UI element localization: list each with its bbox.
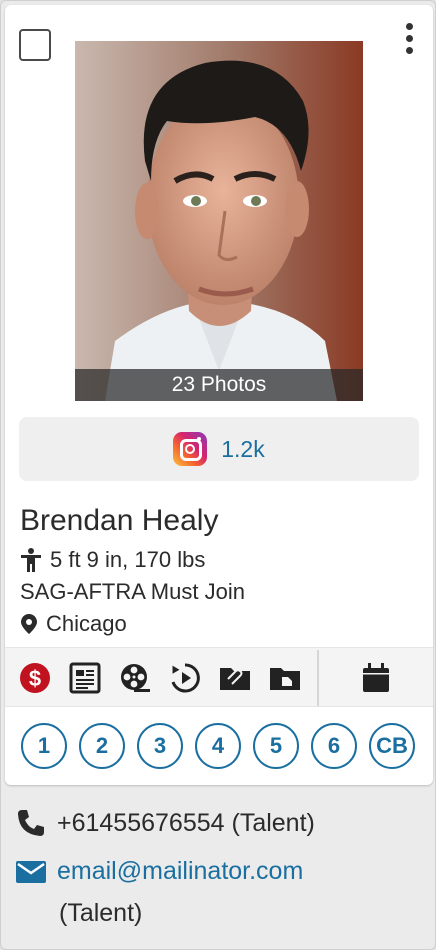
person-icon (21, 548, 41, 572)
replay-icon[interactable] (169, 662, 201, 694)
toolbar-divider (317, 650, 319, 706)
action-toolbar: $ (5, 647, 433, 707)
calendar-icon[interactable] (360, 662, 392, 694)
talent-stats: 5 ft 9 in, 170 lbs (50, 547, 206, 572)
round-button-3[interactable]: 3 (137, 723, 183, 769)
svg-text:$: $ (29, 666, 41, 691)
email-row: email@mailinator.com (15, 857, 303, 886)
phone-row: +61455676554 (Talent) (15, 807, 315, 839)
location-pin-icon (21, 614, 37, 634)
callback-button[interactable]: CB (369, 723, 415, 769)
phone-number: +61455676554 (Talent) (57, 808, 315, 837)
attachment-folder-icon[interactable] (219, 662, 251, 694)
round-button-5[interactable]: 5 (253, 723, 299, 769)
film-reel-icon[interactable] (119, 662, 151, 694)
talent-union: SAG-AFTRA Must Join (20, 579, 245, 604)
talent-union-row: SAG-AFTRA Must Join (20, 579, 245, 605)
headshot-photo[interactable]: 23 Photos (75, 41, 363, 401)
instagram-button[interactable]: 1.2k (19, 417, 419, 481)
round-button-2[interactable]: 2 (79, 723, 125, 769)
talent-name: Brendan Healy (20, 504, 219, 537)
headshot-image (75, 41, 363, 401)
resume-icon[interactable] (69, 662, 101, 694)
round-button-6[interactable]: 6 (311, 723, 357, 769)
folder-icon[interactable] (269, 662, 301, 694)
talent-stats-row: 5 ft 9 in, 170 lbs (20, 547, 205, 573)
round-button-4[interactable]: 4 (195, 723, 241, 769)
select-checkbox[interactable] (19, 29, 51, 61)
talent-location: Chicago (46, 611, 127, 636)
instagram-follower-count: 1.2k (221, 435, 265, 462)
talent-location-row: Chicago (20, 611, 127, 637)
talent-card: 23 Photos 1.2k Brendan Healy 5 ft 9 in, … (0, 0, 436, 950)
audition-rounds: 1 2 3 4 5 6 CB (19, 723, 419, 769)
round-button-1[interactable]: 1 (21, 723, 67, 769)
email-link[interactable]: email@mailinator.com (57, 857, 303, 886)
photo-count-label: 23 Photos (75, 369, 363, 401)
phone-icon (18, 810, 44, 836)
email-icon (16, 860, 46, 883)
dollar-icon[interactable]: $ (19, 662, 51, 694)
instagram-icon (173, 432, 208, 466)
email-note: (Talent) (59, 899, 143, 927)
card-main: 23 Photos 1.2k Brendan Healy 5 ft 9 in, … (5, 5, 433, 785)
email-note-row: (Talent) (59, 899, 142, 928)
more-options-icon[interactable] (399, 21, 421, 55)
